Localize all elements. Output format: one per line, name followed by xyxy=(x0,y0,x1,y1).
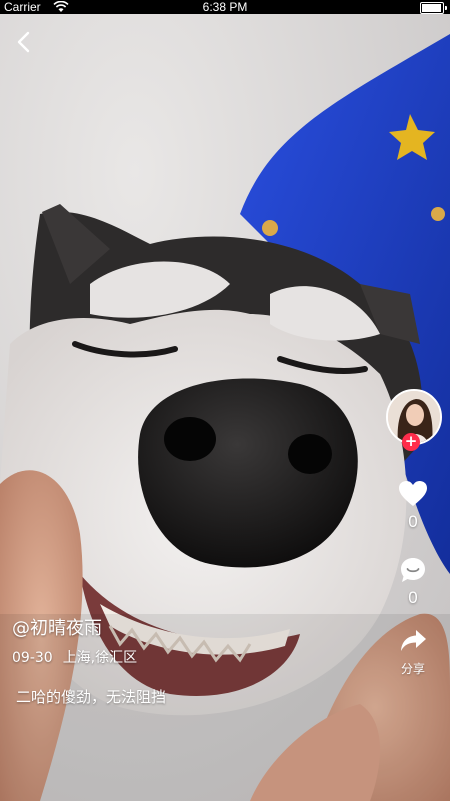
video-frame-image xyxy=(0,14,450,801)
like-count: 0 xyxy=(408,512,418,531)
follow-plus-icon[interactable]: + xyxy=(402,433,420,451)
comment-icon xyxy=(401,558,425,582)
post-meta: 09-30 上海,徐汇区 xyxy=(12,647,137,667)
share-button[interactable]: 分享 xyxy=(388,628,438,677)
clock: 6:38 PM xyxy=(202,0,248,14)
heart-icon xyxy=(399,481,427,506)
post-caption: 二哈的傻劲，无法阻挡 xyxy=(16,688,167,706)
video-player[interactable] xyxy=(0,14,450,801)
status-bar: Carrier 6:38 PM xyxy=(0,0,450,14)
author-name[interactable]: @初晴夜雨 xyxy=(12,614,102,640)
post-date: 09-30 xyxy=(12,650,53,666)
comment-button[interactable]: 0 xyxy=(388,556,438,608)
comment-count: 0 xyxy=(408,588,418,607)
like-button[interactable]: 0 xyxy=(388,480,438,532)
back-icon[interactable] xyxy=(12,28,36,56)
post-location: 上海,徐汇区 xyxy=(62,650,138,666)
share-label: 分享 xyxy=(400,662,425,676)
battery-icon xyxy=(420,2,447,14)
share-icon xyxy=(401,630,426,651)
